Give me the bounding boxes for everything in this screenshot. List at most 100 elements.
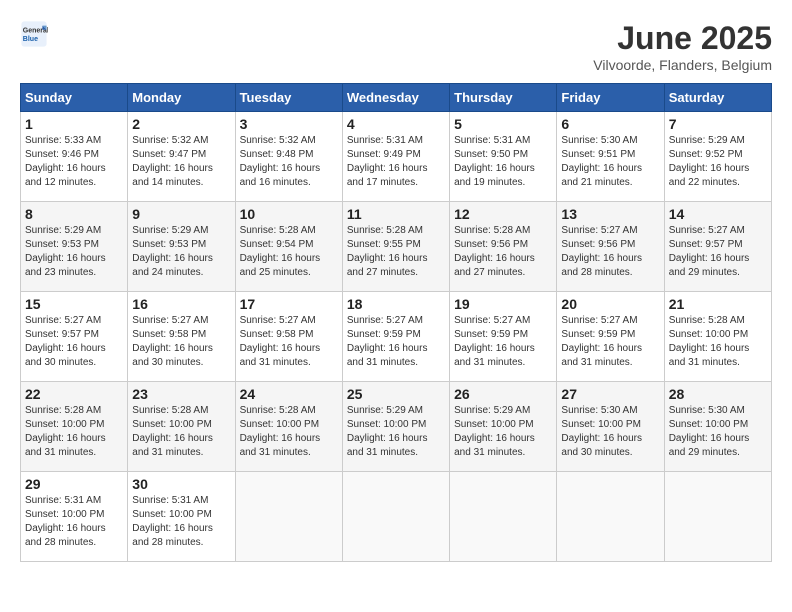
day-number: 26 <box>454 386 552 402</box>
day-number: 8 <box>25 206 123 222</box>
logo: General Blue <box>20 20 48 48</box>
logo-icon: General Blue <box>20 20 48 48</box>
day-info: Sunrise: 5:29 AMSunset: 10:00 PMDaylight… <box>454 404 552 460</box>
day-info: Sunrise: 5:30 AMSunset: 10:00 PMDaylight… <box>561 404 659 460</box>
day-info: Sunrise: 5:28 AMSunset: 9:54 PMDaylight:… <box>240 224 338 280</box>
day-info: Sunrise: 5:28 AMSunset: 10:00 PMDaylight… <box>240 404 338 460</box>
day-number: 12 <box>454 206 552 222</box>
day-info: Sunrise: 5:28 AMSunset: 9:55 PMDaylight:… <box>347 224 445 280</box>
calendar-cell: 18 Sunrise: 5:27 AMSunset: 9:59 PMDayligh… <box>342 292 449 382</box>
day-number: 23 <box>132 386 230 402</box>
calendar-cell <box>450 472 557 562</box>
calendar-cell: 24 Sunrise: 5:28 AMSunset: 10:00 PMDaylig… <box>235 382 342 472</box>
calendar-cell: 9 Sunrise: 5:29 AMSunset: 9:53 PMDaylight… <box>128 202 235 292</box>
week-row-5: 29 Sunrise: 5:31 AMSunset: 10:00 PMDaylig… <box>21 472 772 562</box>
day-number: 27 <box>561 386 659 402</box>
header-wednesday: Wednesday <box>342 84 449 112</box>
calendar-cell <box>235 472 342 562</box>
calendar-cell: 4 Sunrise: 5:31 AMSunset: 9:49 PMDaylight… <box>342 112 449 202</box>
day-number: 24 <box>240 386 338 402</box>
day-number: 25 <box>347 386 445 402</box>
calendar-cell: 6 Sunrise: 5:30 AMSunset: 9:51 PMDaylight… <box>557 112 664 202</box>
day-number: 16 <box>132 296 230 312</box>
calendar-cell: 22 Sunrise: 5:28 AMSunset: 10:00 PMDaylig… <box>21 382 128 472</box>
location: Vilvoorde, Flanders, Belgium <box>593 57 772 73</box>
day-number: 20 <box>561 296 659 312</box>
calendar-cell: 30 Sunrise: 5:31 AMSunset: 10:00 PMDaylig… <box>128 472 235 562</box>
day-info: Sunrise: 5:28 AMSunset: 10:00 PMDaylight… <box>132 404 230 460</box>
header: General Blue June 2025 Vilvoorde, Flande… <box>20 20 772 73</box>
calendar-header-row: SundayMondayTuesdayWednesdayThursdayFrid… <box>21 84 772 112</box>
day-info: Sunrise: 5:29 AMSunset: 9:53 PMDaylight:… <box>132 224 230 280</box>
day-info: Sunrise: 5:27 AMSunset: 9:59 PMDaylight:… <box>561 314 659 370</box>
calendar-cell: 14 Sunrise: 5:27 AMSunset: 9:57 PMDayligh… <box>664 202 771 292</box>
calendar-cell <box>664 472 771 562</box>
header-friday: Friday <box>557 84 664 112</box>
day-info: Sunrise: 5:27 AMSunset: 9:59 PMDaylight:… <box>454 314 552 370</box>
calendar-cell: 21 Sunrise: 5:28 AMSunset: 10:00 PMDaylig… <box>664 292 771 382</box>
calendar-cell: 17Sunrise: 5:27 AMSunset: 9:58 PMDayligh… <box>235 292 342 382</box>
day-info: Sunrise: 5:30 AMSunset: 9:51 PMDaylight:… <box>561 134 659 190</box>
day-info: Sunrise: 5:28 AMSunset: 10:00 PMDaylight… <box>669 314 767 370</box>
header-saturday: Saturday <box>664 84 771 112</box>
day-info: Sunrise: 5:27 AMSunset: 9:57 PMDaylight:… <box>669 224 767 280</box>
calendar-cell <box>557 472 664 562</box>
day-number: 22 <box>25 386 123 402</box>
calendar-cell: 23 Sunrise: 5:28 AMSunset: 10:00 PMDaylig… <box>128 382 235 472</box>
calendar-cell: 16Sunrise: 5:27 AMSunset: 9:58 PMDayligh… <box>128 292 235 382</box>
header-monday: Monday <box>128 84 235 112</box>
day-number: 14 <box>669 206 767 222</box>
calendar-cell: 26 Sunrise: 5:29 AMSunset: 10:00 PMDaylig… <box>450 382 557 472</box>
day-number: 18 <box>347 296 445 312</box>
day-number: 29 <box>25 476 123 492</box>
day-info: Sunrise: 5:32 AMSunset: 9:48 PMDaylight:… <box>240 134 338 190</box>
header-thursday: Thursday <box>450 84 557 112</box>
calendar-cell: 10Sunrise: 5:28 AMSunset: 9:54 PMDayligh… <box>235 202 342 292</box>
day-number: 11 <box>347 206 445 222</box>
day-number: 3 <box>240 116 338 132</box>
calendar-cell: 3 Sunrise: 5:32 AMSunset: 9:48 PMDaylight… <box>235 112 342 202</box>
calendar-cell: 1 Sunrise: 5:33 AMSunset: 9:46 PMDaylight… <box>21 112 128 202</box>
day-info: Sunrise: 5:33 AMSunset: 9:46 PMDaylight:… <box>25 134 123 190</box>
day-number: 30 <box>132 476 230 492</box>
day-number: 1 <box>25 116 123 132</box>
week-row-4: 22 Sunrise: 5:28 AMSunset: 10:00 PMDaylig… <box>21 382 772 472</box>
day-info: Sunrise: 5:27 AMSunset: 9:56 PMDaylight:… <box>561 224 659 280</box>
calendar-cell: 20 Sunrise: 5:27 AMSunset: 9:59 PMDayligh… <box>557 292 664 382</box>
day-info: Sunrise: 5:30 AMSunset: 10:00 PMDaylight… <box>669 404 767 460</box>
calendar-cell: 11 Sunrise: 5:28 AMSunset: 9:55 PMDayligh… <box>342 202 449 292</box>
calendar-cell: 29 Sunrise: 5:31 AMSunset: 10:00 PMDaylig… <box>21 472 128 562</box>
calendar-cell: 2 Sunrise: 5:32 AMSunset: 9:47 PMDaylight… <box>128 112 235 202</box>
day-number: 5 <box>454 116 552 132</box>
week-row-3: 15Sunrise: 5:27 AMSunset: 9:57 PMDayligh… <box>21 292 772 382</box>
day-info: Sunrise: 5:32 AMSunset: 9:47 PMDaylight:… <box>132 134 230 190</box>
day-info: Sunrise: 5:31 AMSunset: 10:00 PMDaylight… <box>132 494 230 550</box>
calendar-cell: 13Sunrise: 5:27 AMSunset: 9:56 PMDayligh… <box>557 202 664 292</box>
day-info: Sunrise: 5:31 AMSunset: 10:00 PMDaylight… <box>25 494 123 550</box>
day-info: Sunrise: 5:29 AMSunset: 9:52 PMDaylight:… <box>669 134 767 190</box>
header-sunday: Sunday <box>21 84 128 112</box>
day-number: 9 <box>132 206 230 222</box>
calendar-cell: 7Sunrise: 5:29 AMSunset: 9:52 PMDaylight… <box>664 112 771 202</box>
calendar-cell: 12Sunrise: 5:28 AMSunset: 9:56 PMDayligh… <box>450 202 557 292</box>
calendar-cell: 15Sunrise: 5:27 AMSunset: 9:57 PMDayligh… <box>21 292 128 382</box>
day-number: 21 <box>669 296 767 312</box>
day-info: Sunrise: 5:29 AMSunset: 9:53 PMDaylight:… <box>25 224 123 280</box>
calendar-cell <box>342 472 449 562</box>
day-info: Sunrise: 5:28 AMSunset: 10:00 PMDaylight… <box>25 404 123 460</box>
day-info: Sunrise: 5:27 AMSunset: 9:59 PMDaylight:… <box>347 314 445 370</box>
svg-text:Blue: Blue <box>23 36 38 43</box>
calendar-cell: 27 Sunrise: 5:30 AMSunset: 10:00 PMDaylig… <box>557 382 664 472</box>
day-info: Sunrise: 5:27 AMSunset: 9:58 PMDaylight:… <box>240 314 338 370</box>
day-number: 28 <box>669 386 767 402</box>
day-number: 6 <box>561 116 659 132</box>
day-info: Sunrise: 5:31 AMSunset: 9:49 PMDaylight:… <box>347 134 445 190</box>
week-row-2: 8 Sunrise: 5:29 AMSunset: 9:53 PMDaylight… <box>21 202 772 292</box>
calendar-cell: 8 Sunrise: 5:29 AMSunset: 9:53 PMDaylight… <box>21 202 128 292</box>
calendar-cell: 28 Sunrise: 5:30 AMSunset: 10:00 PMDaylig… <box>664 382 771 472</box>
title-area: June 2025 Vilvoorde, Flanders, Belgium <box>593 20 772 73</box>
day-number: 19 <box>454 296 552 312</box>
day-number: 2 <box>132 116 230 132</box>
calendar-cell: 5Sunrise: 5:31 AMSunset: 9:50 PMDaylight… <box>450 112 557 202</box>
day-number: 4 <box>347 116 445 132</box>
